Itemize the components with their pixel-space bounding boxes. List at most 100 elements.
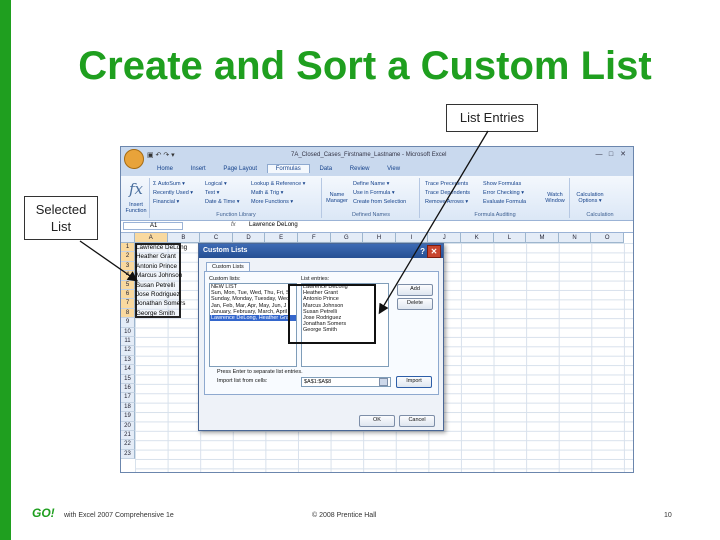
recently-used-button[interactable]: Recently Used ▾ [153,189,193,198]
row-header[interactable]: 2 [121,252,135,262]
insert-function-group[interactable]: fx Insert Function [123,178,150,218]
select-all-corner[interactable] [121,233,135,243]
cell-a1[interactable]: Lawrence DeLong [135,243,187,252]
row-header[interactable]: 20 [121,421,135,431]
formula-value[interactable]: Lawrence DeLong [249,222,298,228]
add-button[interactable]: Add [397,284,433,296]
tab-review[interactable]: Review [342,165,378,173]
cell-a4[interactable]: Marcus Johnson [135,271,182,280]
row-header[interactable]: 12 [121,346,135,356]
column-header[interactable]: O [591,233,624,243]
row-header[interactable]: 14 [121,365,135,375]
row-header[interactable]: 23 [121,449,135,460]
fx-label-icon[interactable]: fx [231,222,236,228]
remove-arrows-button[interactable]: Remove Arrows ▾ [425,198,470,207]
minimize-icon[interactable]: — [593,151,605,158]
column-header[interactable]: H [363,233,396,243]
row-header[interactable]: 7 [121,299,135,309]
column-header[interactable]: L [493,233,527,243]
error-checking-button[interactable]: Error Checking ▾ [483,189,526,198]
row-header[interactable]: 9 [121,318,135,328]
text-button[interactable]: Text ▾ [205,189,240,198]
tab-view[interactable]: View [379,165,408,173]
cell-a5[interactable]: Susan Petrelli [135,281,175,290]
row-header[interactable]: 18 [121,402,135,413]
cancel-button[interactable]: Cancel [399,415,435,427]
date-time-button[interactable]: Date & Time ▾ [205,198,240,207]
custom-list-item[interactable]: Sunday, Monday, Tuesday, Wec [210,296,296,302]
cell-a8[interactable]: George Smith [135,309,175,318]
row-header[interactable]: 21 [121,431,135,441]
define-name-button[interactable]: Define Name ▾ [353,180,406,189]
row-header[interactable]: 15 [121,374,135,384]
insert-function-button[interactable]: Insert Function [123,202,149,214]
cell-a2[interactable]: Heather Grant [135,252,176,261]
autosum-button[interactable]: Σ AutoSum ▾ [153,180,193,189]
row-header[interactable]: 17 [121,393,135,403]
watch-window-button[interactable]: Watch Window [543,192,567,204]
row-header[interactable]: 13 [121,355,135,366]
dialog-title-bar[interactable]: Custom Lists ? ✕ [199,244,443,258]
row-header[interactable]: 8 [121,308,135,319]
help-icon[interactable]: ? [420,245,425,259]
column-header[interactable]: C [200,233,233,243]
row-header[interactable]: 11 [121,337,135,347]
use-in-formula-button[interactable]: Use in Formula ▾ [353,189,406,198]
row-header[interactable]: 19 [121,412,135,422]
column-header[interactable]: K [461,233,494,243]
tab-insert[interactable]: Insert [183,165,214,173]
close-icon[interactable]: ✕ [617,150,629,158]
calculation-options-button[interactable]: Calculation Options ▾ [573,192,607,204]
import-range-input[interactable]: $A$1:$A$8 [301,377,391,387]
column-header[interactable]: I [395,233,429,243]
column-header[interactable]: B [167,233,201,243]
custom-list-item-selected[interactable]: Lawrence DeLong, Heather Gra [210,315,296,322]
name-manager-button[interactable]: Name Manager [325,192,349,204]
tab-page-layout[interactable]: Page Layout [215,165,265,173]
ok-button[interactable]: OK [359,415,395,427]
custom-lists-listbox[interactable]: NEW LIST Sun, Mon, Tue, Wed, Thu, Fri, S… [209,283,297,367]
row-header[interactable]: 5 [121,280,135,290]
more-functions-button[interactable]: More Functions ▾ [251,198,305,207]
row-header[interactable]: 22 [121,440,135,450]
row-header[interactable]: 16 [121,384,135,394]
lookup-reference-button[interactable]: Lookup & Reference ▾ [251,180,305,189]
cell-a6[interactable]: Jose Rodriguez [135,290,180,299]
financial-button[interactable]: Financial ▾ [153,198,193,207]
dialog-close-icon[interactable]: ✕ [427,245,441,258]
tab-data[interactable]: Data [311,165,340,173]
delete-button[interactable]: Delete [397,298,433,310]
row-header[interactable]: 10 [121,327,135,337]
evaluate-formula-button[interactable]: Evaluate Formula [483,198,526,207]
column-header[interactable]: N [558,233,592,243]
math-trig-button[interactable]: Math & Trig ▾ [251,189,305,198]
row-header[interactable]: 6 [121,290,135,300]
row-header[interactable]: 1 [121,243,135,253]
cell-a7[interactable]: Jonathan Somers [135,299,185,308]
import-button[interactable]: Import [396,376,432,388]
maximize-icon[interactable]: □ [605,151,617,158]
show-formulas-button[interactable]: Show Formulas [483,180,526,189]
column-header[interactable]: J [428,233,461,243]
column-header[interactable]: G [330,233,364,243]
quick-access-toolbar[interactable]: ▣ ↶ ↷ ▾ [147,151,175,159]
column-header[interactable]: F [298,233,331,243]
column-header[interactable]: A [135,233,168,243]
tab-custom-lists[interactable]: Custom Lists [206,262,250,271]
trace-dependents-button[interactable]: Trace Dependents [425,189,470,198]
row-header[interactable]: 3 [121,261,135,272]
tab-home[interactable]: Home [149,165,181,173]
row-header[interactable]: 4 [121,271,135,281]
trace-precedents-button[interactable]: Trace Precedents [425,180,470,189]
create-from-selection-button[interactable]: Create from Selection [353,198,406,207]
column-header[interactable]: E [265,233,298,243]
tab-formulas[interactable]: Formulas [266,164,310,173]
name-box[interactable]: A1 [123,222,183,230]
cell-a3[interactable]: Antonio Prince [135,262,177,271]
column-header[interactable]: D [232,233,266,243]
collapse-dialog-icon[interactable] [379,378,388,386]
logical-button[interactable]: Logical ▾ [205,180,240,189]
column-header[interactable]: M [526,233,559,243]
custom-list-item[interactable]: Jan, Feb, Mar, Apr, May, Jun, J [210,303,296,309]
office-button[interactable] [124,149,144,169]
